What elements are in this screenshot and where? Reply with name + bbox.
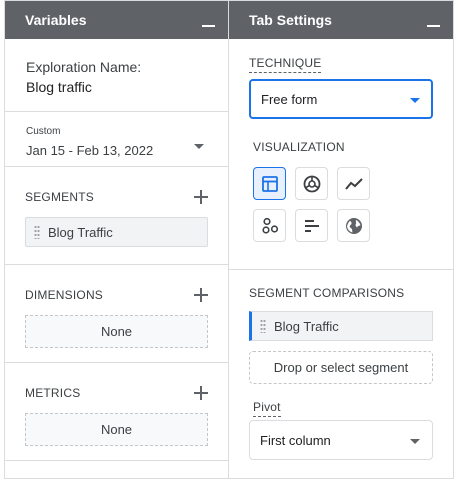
exploration-name-field[interactable]: Blog traffic	[26, 78, 228, 96]
segment-comparisons-label: SEGMENT COMPARISONS	[249, 286, 405, 300]
tab-settings-title: Tab Settings	[249, 12, 332, 28]
minimize-tab-settings-icon[interactable]	[427, 13, 441, 27]
technique-label: TECHNIQUE	[249, 56, 322, 73]
donut-viz-button[interactable]	[295, 167, 328, 200]
bar-viz-button[interactable]	[295, 209, 328, 242]
bar-chart-icon	[304, 219, 319, 232]
chevron-down-icon	[410, 439, 420, 444]
date-range-type: Custom	[26, 126, 61, 137]
variables-panel: Variables Exploration Name: Blog traffic…	[4, 0, 229, 479]
segment-chip-label: Blog Traffic	[48, 224, 113, 240]
pivot-value: First column	[260, 432, 331, 448]
scatter-viz-button[interactable]	[253, 209, 286, 242]
metrics-section: METRICS None	[5, 363, 228, 461]
table-icon	[261, 175, 278, 192]
tab-settings-header: Tab Settings	[229, 1, 453, 39]
scatter-plot-icon	[261, 217, 278, 234]
exploration-name-section: Exploration Name: Blog traffic	[5, 39, 228, 112]
geo-viz-button[interactable]	[337, 209, 370, 242]
table-viz-button[interactable]	[253, 167, 286, 200]
technique-value: Free form	[261, 91, 318, 107]
segment-comparisons-divider	[229, 269, 453, 270]
exploration-name-label: Exploration Name:	[26, 59, 142, 75]
line-viz-button[interactable]	[337, 167, 370, 200]
comparison-segment-chip[interactable]: Blog Traffic	[249, 311, 433, 341]
chevron-down-icon	[194, 144, 204, 149]
dimensions-empty[interactable]: None	[25, 315, 208, 348]
tab-settings-panel: Tab Settings TECHNIQUE Free form VISUALI…	[229, 0, 454, 479]
date-range-selector[interactable]: Custom Jan 15 - Feb 13, 2022	[5, 112, 228, 167]
visualization-grid	[249, 167, 419, 251]
donut-chart-icon	[303, 175, 320, 192]
pivot-select[interactable]: First column	[249, 420, 433, 460]
technique-select[interactable]: Free form	[249, 79, 433, 119]
comparison-segment-label: Blog Traffic	[274, 318, 339, 334]
variables-header: Variables	[5, 1, 228, 39]
add-metric-icon[interactable]	[194, 386, 208, 400]
add-dimension-icon[interactable]	[194, 288, 208, 302]
visualization-label: VISUALIZATION	[253, 140, 345, 154]
dimensions-title: DIMENSIONS	[25, 288, 104, 302]
drag-handle-icon[interactable]	[34, 225, 40, 239]
segment-chip[interactable]: Blog Traffic	[25, 217, 208, 247]
add-segment-icon[interactable]	[194, 190, 208, 204]
dimensions-section: DIMENSIONS None	[5, 265, 228, 363]
geo-map-icon	[345, 217, 362, 234]
minimize-variables-icon[interactable]	[202, 13, 216, 27]
variables-title: Variables	[25, 12, 87, 28]
segments-section: SEGMENTS Blog Traffic	[5, 167, 228, 265]
drop-segment-target[interactable]: Drop or select segment	[249, 351, 433, 384]
chevron-down-icon	[410, 98, 420, 103]
metrics-title: METRICS	[25, 386, 81, 400]
pivot-label: Pivot	[253, 400, 281, 417]
drag-handle-icon[interactable]	[260, 319, 266, 333]
segments-title: SEGMENTS	[25, 190, 94, 204]
metrics-empty[interactable]: None	[25, 413, 208, 446]
line-chart-icon	[344, 177, 363, 190]
